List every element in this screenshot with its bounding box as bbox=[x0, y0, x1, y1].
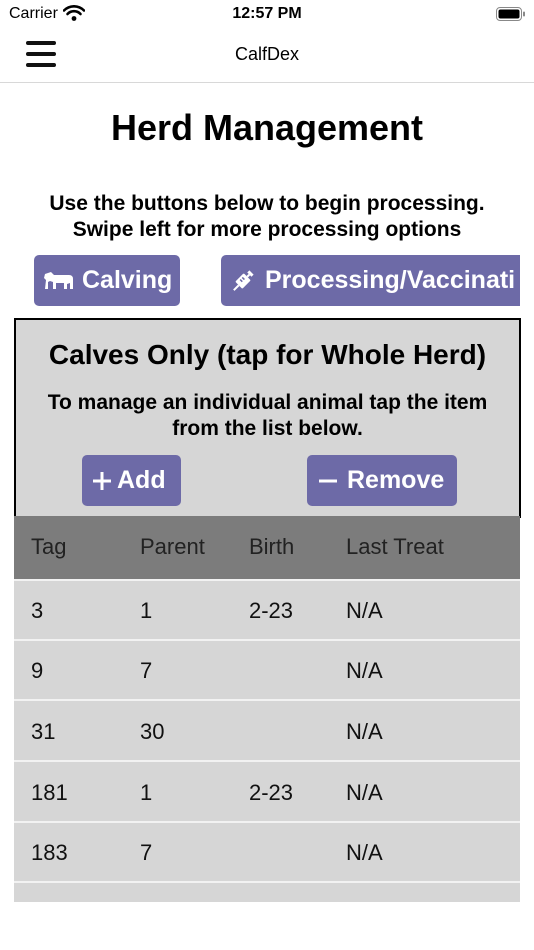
processing-buttons-scroller[interactable]: Calving Processing/Vaccinati bbox=[0, 254, 520, 308]
remove-button[interactable]: Remove bbox=[307, 455, 457, 506]
cell-parent: 1 bbox=[140, 598, 153, 623]
table-row-partial[interactable] bbox=[14, 884, 520, 902]
add-button-label: Add bbox=[117, 466, 166, 494]
animal-table[interactable]: Tag Parent Birth Last Treat 3 1 2-23 N/A… bbox=[14, 516, 520, 902]
cell-parent: 7 bbox=[140, 658, 153, 683]
calving-button-label: Calving bbox=[82, 266, 173, 294]
nav-title: CalfDex bbox=[234, 44, 300, 64]
navigation-bar: CalfDex bbox=[0, 30, 534, 83]
cell-last-treat: N/A bbox=[346, 719, 383, 744]
plus-icon bbox=[92, 471, 112, 491]
herd-filter-toggle[interactable]: Calves Only (tap for Whole Herd) bbox=[16, 339, 519, 371]
remove-button-label: Remove bbox=[347, 466, 445, 494]
cell-tag: 31 bbox=[31, 719, 56, 744]
cell-birth: 2-23 bbox=[249, 598, 294, 623]
cell-parent: 7 bbox=[140, 840, 153, 865]
calving-button[interactable]: Calving bbox=[34, 255, 180, 306]
cell-tag: 183 bbox=[31, 840, 68, 865]
processing-button-label: Processing/Vaccinati bbox=[265, 266, 516, 294]
panel-instructions: To manage an individual animal tap the i… bbox=[47, 391, 488, 440]
cell-last-treat: N/A bbox=[346, 780, 383, 805]
table-row[interactable]: 31 30 N/A bbox=[14, 702, 520, 762]
cell-tag: 181 bbox=[31, 780, 68, 805]
cell-tag: 9 bbox=[31, 658, 44, 683]
battery-icon bbox=[496, 7, 526, 21]
table-row[interactable]: 9 7 N/A bbox=[14, 641, 520, 701]
status-bar: Carrier 12:57 PM bbox=[0, 0, 534, 30]
cell-last-treat: N/A bbox=[346, 658, 383, 683]
minus-icon bbox=[318, 471, 338, 491]
add-button[interactable]: Add bbox=[82, 455, 181, 506]
table-header: Tag Parent Birth Last Treat bbox=[14, 516, 520, 581]
cell-parent: 30 bbox=[140, 719, 165, 744]
table-row[interactable]: 3 1 2-23 N/A bbox=[14, 581, 520, 641]
herd-filter-panel: Calves Only (tap for Whole Herd) To mana… bbox=[14, 318, 521, 518]
page-title: Herd Management bbox=[110, 107, 424, 148]
table-row[interactable]: 183 7 N/A bbox=[14, 823, 520, 883]
cell-birth: 2-23 bbox=[249, 780, 294, 805]
table-row[interactable]: 181 1 2-23 N/A bbox=[14, 763, 520, 823]
column-header-birth: Birth bbox=[249, 534, 295, 559]
status-time: 12:57 PM bbox=[232, 5, 302, 22]
column-header-tag: Tag bbox=[31, 534, 67, 559]
cell-parent: 1 bbox=[140, 780, 153, 805]
cell-last-treat: N/A bbox=[346, 840, 383, 865]
cell-last-treat: N/A bbox=[346, 598, 383, 623]
page-instructions: Use the buttons below to begin processin… bbox=[49, 192, 485, 241]
column-header-parent: Parent bbox=[140, 534, 205, 559]
syringe-icon bbox=[229, 267, 257, 295]
cow-icon bbox=[43, 270, 75, 292]
column-header-last-treat: Last Treat bbox=[346, 534, 444, 559]
cell-tag: 3 bbox=[31, 598, 44, 623]
processing-vaccination-button[interactable]: Processing/Vaccinati bbox=[221, 255, 520, 306]
